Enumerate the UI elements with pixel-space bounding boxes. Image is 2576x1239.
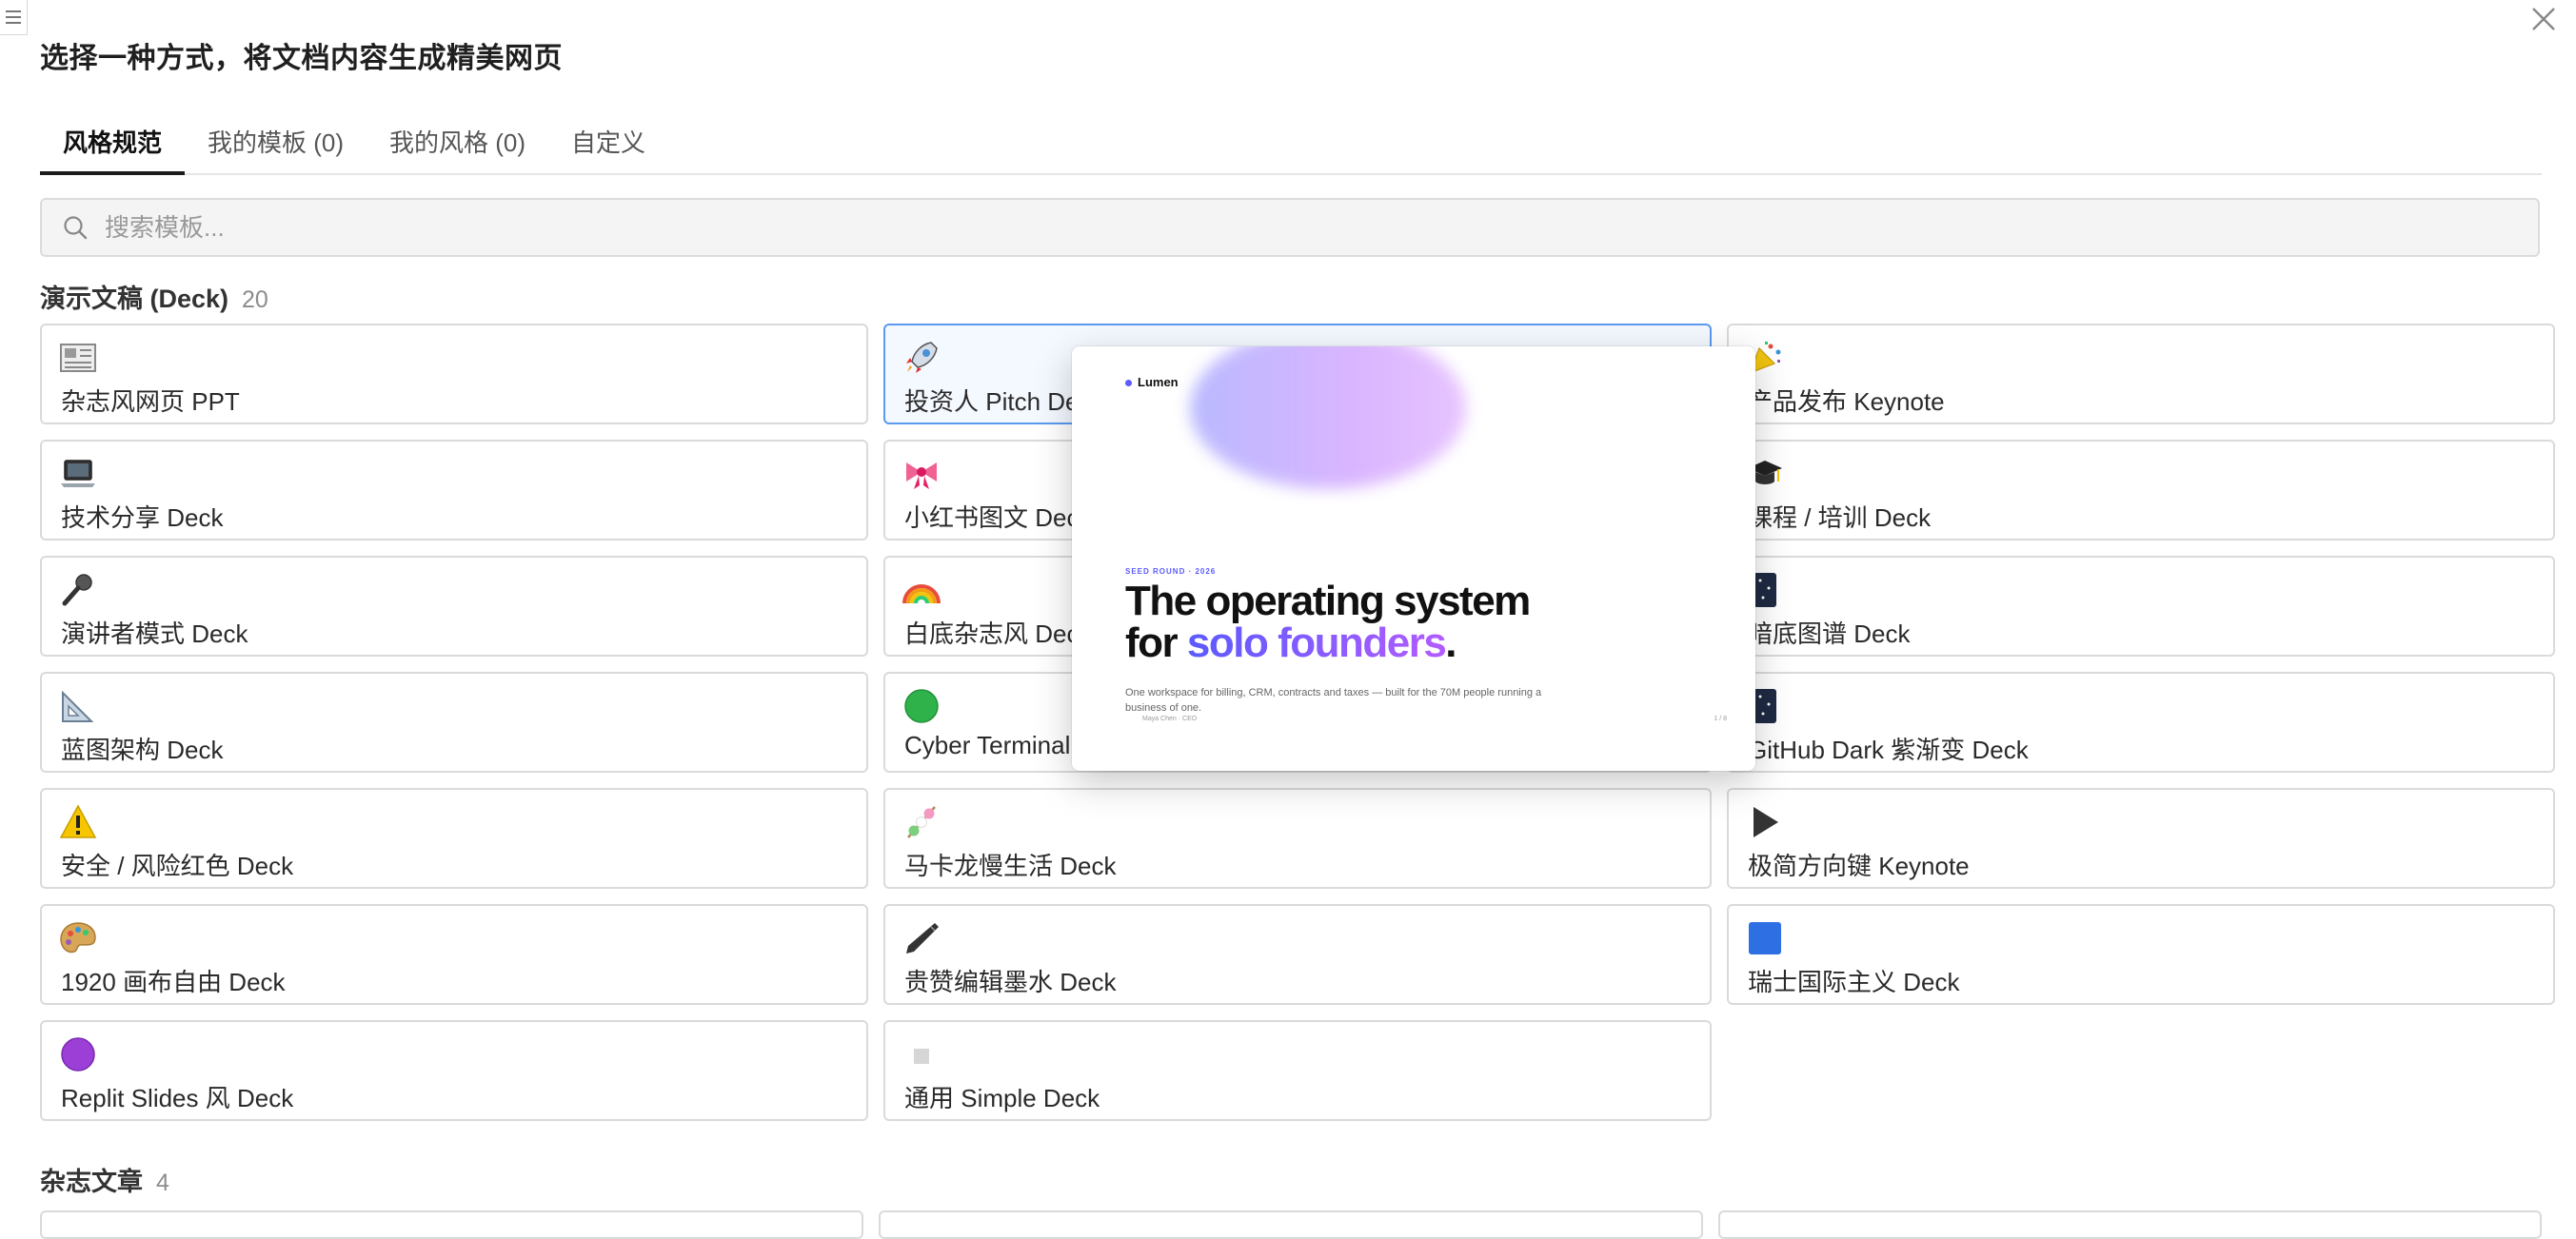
template-card-course-training[interactable]: 课程 / 培训 Deck (1727, 440, 2555, 541)
template-card-label: 小红书图文 Deck (904, 503, 1092, 532)
template-card-label: 暗底图谱 Deck (1748, 620, 1911, 648)
template-card-blueprint[interactable]: 蓝图架构 Deck (40, 672, 868, 773)
menu-toggle[interactable] (0, 0, 28, 35)
template-card[interactable] (40, 1210, 864, 1239)
template-card-dark-atlas[interactable]: 暗底图谱 Deck (1727, 556, 2555, 657)
preview-headline-period: . (1445, 620, 1456, 666)
preview-headline-line1: The operating system (1125, 578, 1531, 624)
template-card-speaker-mode[interactable]: 演讲者模式 Deck (40, 556, 868, 657)
section-title: 杂志文章 (40, 1168, 143, 1196)
template-card[interactable] (1717, 1210, 2542, 1239)
template-card-macaron[interactable]: 马卡龙慢生活 Deck (883, 788, 1712, 889)
preview-footer-right: 1 / 8 (1714, 716, 1727, 722)
tab-my-styles[interactable]: 我的风格 (0) (367, 120, 548, 173)
section-count: 20 (242, 286, 268, 313)
pen-icon (906, 923, 939, 954)
template-card-1920-canvas[interactable]: 1920 画布自由 Deck (40, 904, 868, 1005)
template-card-minimal-keynote[interactable]: 极简方向键 Keynote (1727, 788, 2555, 889)
template-card-github-dark[interactable]: GitHub Dark 紫渐变 Deck (1727, 672, 2555, 773)
template-card-magazine-ppt[interactable]: 杂志风网页 PPT (40, 324, 868, 424)
preview-headline-accent: solo founders (1186, 620, 1447, 666)
search-bar (40, 198, 2540, 257)
section-count: 4 (156, 1170, 169, 1196)
template-card-label: 贵赞编辑墨水 Deck (904, 968, 1117, 996)
search-input[interactable] (103, 211, 2391, 244)
template-card[interactable] (879, 1210, 1703, 1239)
hamburger-icon (6, 10, 21, 24)
template-card-label: 通用 Simple Deck (904, 1084, 1100, 1112)
template-picker-dialog: 选择一种方式，将文档内容生成精美网页 风格规范 我的模板 (0) 我的风格 (0… (0, 0, 2576, 1239)
magazine-grid (40, 1210, 2542, 1239)
template-card-label: 白底杂志风 Deck (904, 620, 1092, 648)
green-circle-icon (904, 689, 939, 723)
rocket-icon (906, 342, 938, 373)
template-preview-popup: Lumen SEED ROUND · 2026 The operating sy… (1072, 346, 1755, 771)
template-card-replit-slides[interactable]: Replit Slides 风 Deck (40, 1020, 868, 1121)
template-card-label: 杂志风网页 PPT (61, 387, 240, 416)
template-card-editorial-ink[interactable]: 贵赞编辑墨水 Deck (883, 904, 1712, 1005)
white-square-icon (914, 1049, 929, 1064)
tab-bar: 风格规范 我的模板 (0) 我的风格 (0) 自定义 (40, 120, 2542, 175)
preview-headline-for: for (1125, 620, 1187, 666)
preview-brand: Lumen (1125, 375, 1179, 389)
preview-brand-name: Lumen (1138, 375, 1179, 389)
close-icon (2532, 8, 2555, 30)
preview-footer-left: Maya Chen · CEO (1142, 716, 1198, 722)
template-card-label: Replit Slides 风 Deck (61, 1084, 294, 1112)
template-card-swiss-style[interactable]: 瑞士国际主义 Deck (1727, 904, 2555, 1005)
purple-circle-icon (61, 1037, 95, 1072)
template-card-label: 1920 画布自由 Deck (61, 968, 286, 996)
template-card-label: 产品发布 Keynote (1748, 387, 1945, 416)
tab-my-templates[interactable]: 我的模板 (0) (185, 120, 367, 173)
preview-kicker: SEED ROUND · 2026 (1125, 567, 1217, 576)
laptop-icon (61, 460, 95, 487)
template-card-label: 演讲者模式 Deck (61, 620, 248, 648)
template-card-simple-deck[interactable]: 通用 Simple Deck (883, 1020, 1712, 1121)
section-heading-deck: 演示文稿 (Deck) 20 (40, 278, 268, 315)
newspaper-icon (60, 344, 96, 372)
section-title: 演示文稿 (Deck) (40, 285, 229, 313)
play-icon (1754, 807, 1778, 837)
microphone-icon (62, 574, 92, 606)
section-heading-magazine: 杂志文章 4 (40, 1161, 169, 1198)
blue-square-icon (1749, 922, 1781, 954)
rainbow-icon (902, 584, 941, 604)
template-card-label: 安全 / 风险红色 Deck (61, 852, 294, 880)
tab-style-guide[interactable]: 风格规范 (40, 120, 186, 175)
preview-headline-line2: for solo founders. (1125, 622, 1530, 664)
preview-subtitle: One workspace for billing, CRM, contract… (1125, 687, 1542, 714)
template-card-label: 技术分享 Deck (61, 503, 224, 532)
template-card-tech-share[interactable]: 技术分享 Deck (40, 440, 868, 541)
dialog-title: 选择一种方式，将文档内容生成精美网页 (40, 43, 563, 74)
ribbon-icon (906, 462, 937, 489)
template-card-label: 马卡龙慢生活 Deck (904, 852, 1117, 880)
dango-icon (907, 806, 936, 838)
preview-headline: The operating system for solo founders. (1125, 578, 1531, 664)
warning-icon (59, 804, 97, 838)
template-card-label: GitHub Dark 紫渐变 Deck (1748, 736, 2029, 764)
close-button[interactable] (2525, 0, 2563, 38)
preview-gradient-blob (1190, 346, 1466, 489)
triangular-ruler-icon (62, 690, 94, 722)
template-card-label: 瑞士国际主义 Deck (1748, 968, 1960, 996)
search-icon (64, 216, 88, 240)
template-card-security-risk[interactable]: 安全 / 风险红色 Deck (40, 788, 868, 889)
template-card-label: 蓝图架构 Deck (61, 736, 224, 764)
brand-dot-icon (1125, 380, 1132, 387)
template-card-product-keynote[interactable]: 产品发布 Keynote (1727, 324, 2555, 424)
template-card-label: 课程 / 培训 Deck (1748, 503, 1932, 532)
template-card-label: 极简方向键 Keynote (1748, 852, 1970, 880)
tab-custom[interactable]: 自定义 (548, 120, 668, 173)
palette-icon (60, 922, 96, 954)
